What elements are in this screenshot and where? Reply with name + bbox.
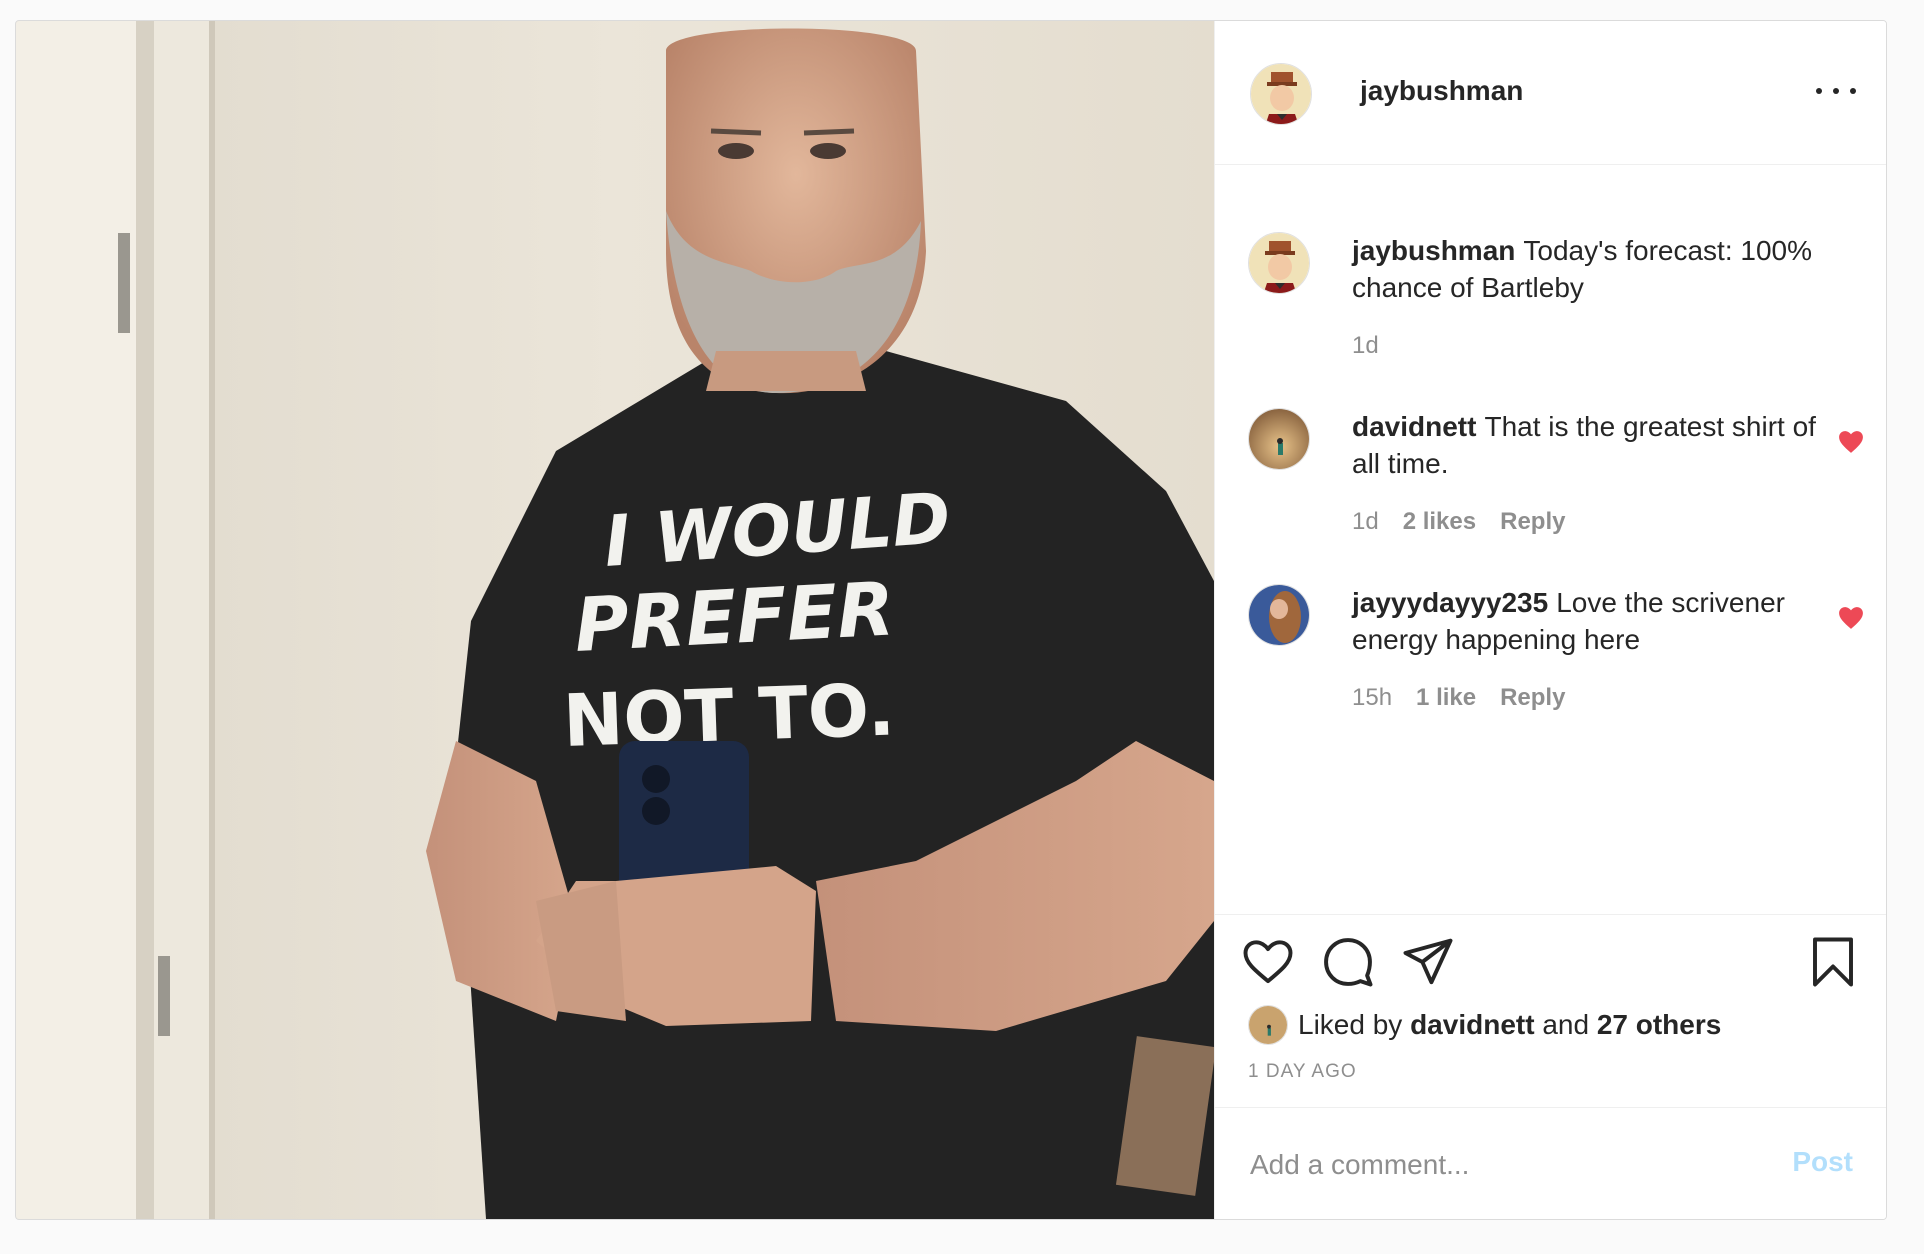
bookmark-icon[interactable] <box>1806 935 1860 989</box>
author-username[interactable]: jaybushman <box>1360 75 1523 107</box>
more-options-icon[interactable] <box>1816 81 1856 101</box>
caption-meta: 1d <box>1352 332 1379 360</box>
heart-icon[interactable] <box>1241 935 1295 989</box>
reply-button[interactable]: Reply <box>1500 684 1565 712</box>
post-comment-button[interactable]: Post <box>1792 1146 1853 1178</box>
comment-time[interactable]: 1d <box>1352 508 1379 536</box>
comment-body: jayyydayyy235 Love the scrivener energy h… <box>1352 584 1816 658</box>
liker-photo-icon <box>1249 1006 1287 1044</box>
more-dot <box>1816 88 1822 94</box>
svg-text:PREFER: PREFER <box>572 566 896 669</box>
liked-by-prefix: Liked by <box>1298 1009 1411 1040</box>
comment-username[interactable]: jayyydayyy235 <box>1352 587 1548 618</box>
cartoon-avatar-icon <box>1249 233 1309 293</box>
cartoon-avatar-icon <box>1251 64 1311 124</box>
instagram-post: I WOULD PREFER NOT TO. jaybushman jaybus… <box>15 20 1887 1220</box>
comment-meta: 1d 2 likes Reply <box>1352 508 1565 536</box>
liker-avatar[interactable] <box>1248 1005 1288 1045</box>
more-dot <box>1833 88 1839 94</box>
add-comment-bar: Post <box>1215 1107 1886 1219</box>
comment-like-heart-icon[interactable] <box>1838 430 1864 454</box>
caption-username[interactable]: jaybushman <box>1352 235 1515 266</box>
paper-plane-icon[interactable] <box>1401 935 1455 989</box>
author-avatar[interactable] <box>1250 63 1312 125</box>
liked-by-others[interactable]: 27 others <box>1597 1009 1722 1041</box>
liked-by-joiner: and <box>1534 1009 1597 1040</box>
comment-time[interactable]: 15h <box>1352 684 1392 712</box>
liked-by-user[interactable]: davidnett <box>1410 1009 1534 1041</box>
comment-input[interactable] <box>1248 1136 1752 1194</box>
caption-body: jaybushman Today's forecast: 100% chance … <box>1352 232 1816 306</box>
comment-meta: 15h 1 like Reply <box>1352 684 1565 712</box>
comments-section: jaybushman Today's forecast: 100% chance … <box>1215 164 1886 914</box>
comment-body: davidnett That is the greatest shirt of a… <box>1352 408 1816 482</box>
more-dot <box>1850 88 1856 94</box>
comment-likes[interactable]: 1 like <box>1416 684 1476 712</box>
commenter-avatar[interactable] <box>1248 584 1310 646</box>
caption-time[interactable]: 1d <box>1352 332 1379 360</box>
comment-icon[interactable] <box>1321 935 1375 989</box>
post-photo[interactable]: I WOULD PREFER NOT TO. <box>16 21 1214 1219</box>
liked-by-row: Liked by davidnett and 27 others <box>1248 1003 1721 1047</box>
caption-author-avatar[interactable] <box>1248 232 1310 294</box>
commenter-photo-icon <box>1249 409 1309 469</box>
reply-button[interactable]: Reply <box>1500 508 1565 536</box>
post-sidebar: jaybushman jaybushman Today's forecast: … <box>1214 21 1886 1219</box>
post-header: jaybushman <box>1215 21 1886 165</box>
comment-likes[interactable]: 2 likes <box>1403 508 1476 536</box>
post-timestamp[interactable]: 1 DAY AGO <box>1248 1061 1357 1083</box>
mirror-selfie-image: I WOULD PREFER NOT TO. <box>16 21 1214 1219</box>
comment-like-heart-icon[interactable] <box>1838 606 1864 630</box>
commenter-avatar[interactable] <box>1248 408 1310 470</box>
commenter-photo-icon <box>1249 585 1309 645</box>
comment-username[interactable]: davidnett <box>1352 411 1476 442</box>
post-actions: Liked by davidnett and 27 others 1 DAY A… <box>1215 914 1886 1219</box>
